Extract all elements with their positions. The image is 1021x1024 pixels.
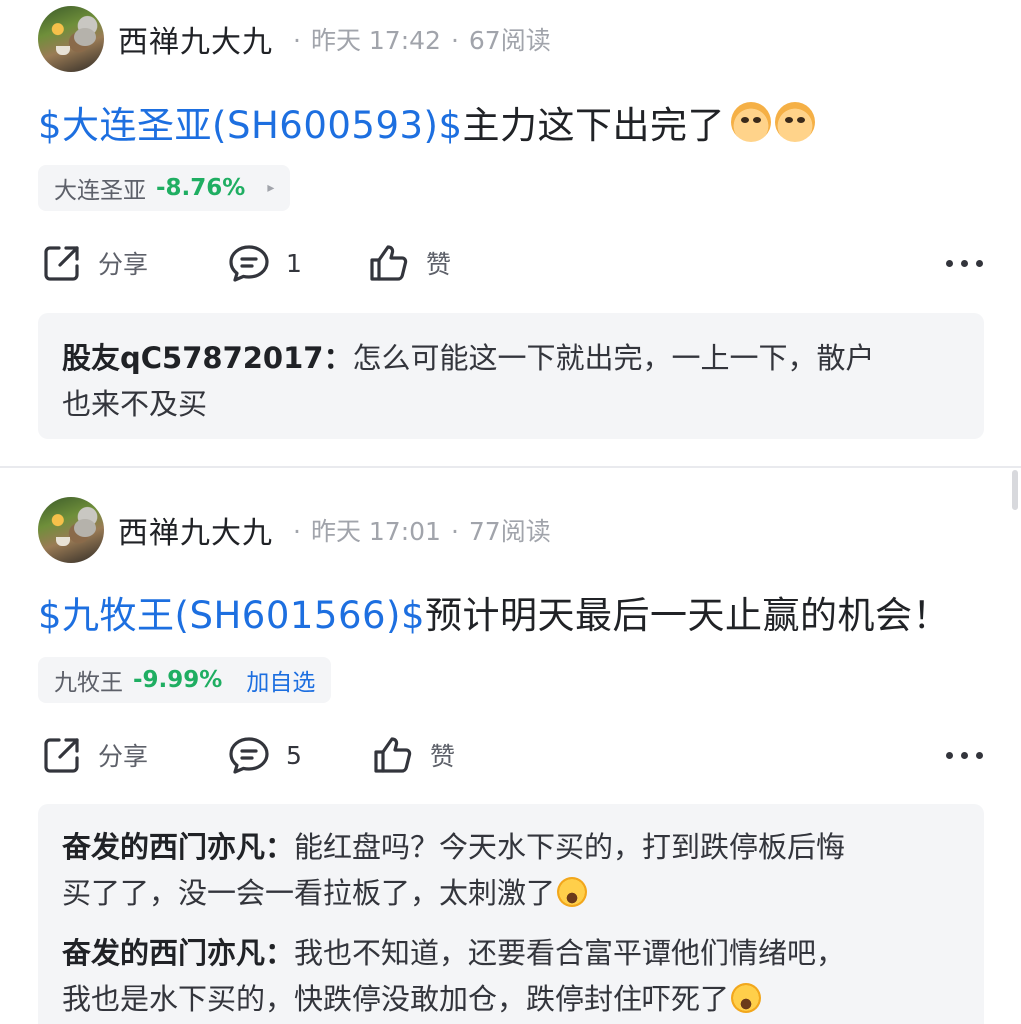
post-header: 西禅九大九 · 昨天 17:42 · 67阅读 <box>38 5 551 73</box>
share-icon <box>42 735 82 775</box>
author-name[interactable]: 西禅九大九 <box>118 508 273 552</box>
post-action-bar: 分享 5 赞 <box>38 730 983 780</box>
share-button[interactable]: 分享 <box>42 238 148 288</box>
share-icon <box>42 243 82 283</box>
stock-tag-change: -9.99% <box>133 667 223 693</box>
stock-cashtag-link[interactable]: $九牧王(SH601566)$ <box>38 585 425 639</box>
post-time: 昨天 17:42 <box>310 26 441 55</box>
comment-icon <box>228 243 270 283</box>
cat-face-emoji <box>775 102 816 142</box>
post-action-bar: 分享 1 赞 <box>38 238 983 288</box>
add-watchlist-button[interactable]: 加自选 <box>246 663 315 697</box>
cat-face-emoji <box>731 102 772 142</box>
comment-text-line2: 买了了，没一会一看拉板了，太刺激了 <box>62 876 556 910</box>
share-label: 分享 <box>98 742 149 771</box>
post-text: 主力这下出完了 <box>462 104 726 147</box>
more-dots-icon[interactable] <box>946 730 983 780</box>
post-header: 西禅九大九 · 昨天 17:01 · 77阅读 <box>38 496 551 564</box>
comment-text-line2: 我也是水下买的，快跌停没敢加仓，跌停封住吓死了 <box>62 982 730 1016</box>
post-content: $大连圣亚(SH600593)$ 主力这下出完了 <box>38 95 816 149</box>
stock-tag[interactable]: 九牧王 -9.99% 加自选 <box>38 657 332 703</box>
comment-text-line1: 怎么可能这一下就出完，一上一下，散户 <box>352 341 875 375</box>
comment-count: 5 <box>286 740 302 770</box>
share-button[interactable]: 分享 <box>42 730 148 780</box>
comment-icon <box>228 735 270 775</box>
share-label: 分享 <box>98 250 149 279</box>
like-label: 赞 <box>430 742 456 771</box>
read-count: 77阅读 <box>468 517 551 546</box>
stock-tag-name: 九牧王 <box>54 670 123 696</box>
stock-tag[interactable]: 大连圣亚 -8.76% ▸ <box>38 165 291 211</box>
comment-text-line1: 能红盘吗？今天水下买的，打到跌停板后悔 <box>294 830 846 864</box>
thumbs-up-icon <box>372 735 414 775</box>
comment-item: 股友qC57872017：怎么可能这一下就出完，一上一下，散户 也来不及买 <box>62 335 960 427</box>
comment-text-line1: 我也不知道，还要看合富平谭他们情绪吧， <box>294 936 846 970</box>
crying-laughing-emoji <box>557 877 588 907</box>
post-text: 预计明天最后一天止赢的机会！ <box>425 594 951 637</box>
like-button[interactable]: 赞 <box>368 238 451 288</box>
thumbs-up-icon <box>368 243 410 283</box>
comment-user[interactable]: 股友qC57872017： <box>62 341 352 375</box>
stock-tag-change: -8.76% <box>156 175 246 201</box>
read-count: 67阅读 <box>468 26 551 55</box>
post-card[interactable]: 西禅九大九 · 昨天 17:01 · 77阅读 $九牧王(SH601566)$ 预计明… <box>0 490 1021 1024</box>
author-avatar[interactable] <box>38 497 104 563</box>
post-content: $九牧王(SH601566)$ 预计明天最后一天止赢的机会！ <box>38 586 950 638</box>
post-feed: 西禅九大九 · 昨天 17:42 · 67阅读 $大连圣亚(SH600593)$ 主力… <box>0 0 1021 1024</box>
comment-button[interactable]: 5 <box>228 730 302 780</box>
comment-preview-box[interactable]: 奋发的西门亦凡：能红盘吗？今天水下买的，打到跌停板后悔 买了了，没一会一看拉板了… <box>38 804 984 1024</box>
play-arrow-icon: ▸ <box>267 180 275 196</box>
comment-preview-box[interactable]: 股友qC57872017：怎么可能这一下就出完，一上一下，散户 也来不及买 <box>38 313 984 439</box>
comment-text-line2: 也来不及买 <box>62 387 208 421</box>
comment-count: 1 <box>286 248 302 278</box>
comment-button[interactable]: 1 <box>228 238 302 288</box>
comment-item: 奋发的西门亦凡：我也不知道，还要看合富平谭他们情绪吧， 我也是水下买的，快跌停没… <box>62 930 960 1022</box>
post-meta: · 昨天 17:42 · 67阅读 <box>293 26 551 55</box>
comment-user[interactable]: 奋发的西门亦凡： <box>62 936 294 970</box>
like-button[interactable]: 赞 <box>372 730 455 780</box>
comment-item: 奋发的西门亦凡：能红盘吗？今天水下买的，打到跌停板后悔 买了了，没一会一看拉板了… <box>62 824 960 916</box>
more-dots-icon[interactable] <box>946 238 983 288</box>
stock-cashtag-link[interactable]: $大连圣亚(SH600593)$ <box>38 95 463 149</box>
comment-user[interactable]: 奋发的西门亦凡： <box>62 830 294 864</box>
author-name[interactable]: 西禅九大九 <box>118 17 273 61</box>
crying-laughing-emoji <box>731 983 762 1013</box>
post-time: 昨天 17:01 <box>310 517 441 546</box>
post-card[interactable]: 西禅九大九 · 昨天 17:42 · 67阅读 $大连圣亚(SH600593)$ 主力… <box>0 0 1021 466</box>
post-divider <box>0 466 1021 468</box>
stock-tag-name: 大连圣亚 <box>54 178 146 204</box>
like-label: 赞 <box>426 250 452 279</box>
post-meta: · 昨天 17:01 · 77阅读 <box>293 517 551 546</box>
author-avatar[interactable] <box>38 6 104 72</box>
